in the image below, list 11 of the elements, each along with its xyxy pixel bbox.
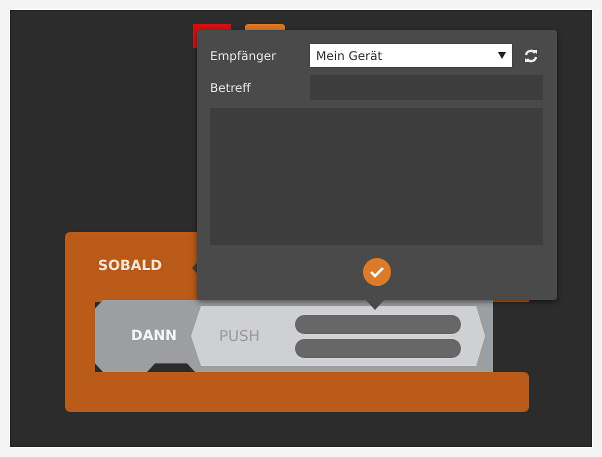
parameter-slot[interactable]: [295, 314, 461, 334]
parameter-slot[interactable]: [295, 338, 461, 358]
block-label: SOBALD: [98, 258, 162, 274]
field-label: Empfänger: [210, 48, 278, 62]
recipient-dropdown[interactable]: Mein Gerät: [310, 44, 512, 67]
block-label: DANN: [131, 328, 178, 344]
check-icon: [370, 266, 384, 278]
field-label: Betreff: [210, 80, 252, 94]
dropdown-caret-icon: [498, 52, 506, 59]
confirm-button[interactable]: [363, 258, 391, 286]
refresh-icon[interactable]: [524, 48, 538, 62]
